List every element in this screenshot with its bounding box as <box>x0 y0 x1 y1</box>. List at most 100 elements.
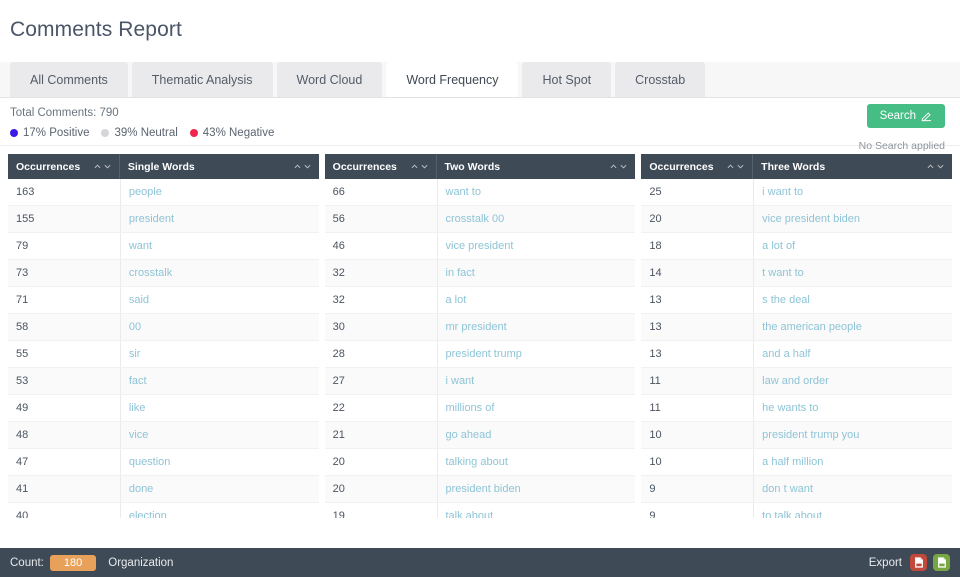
cell-word-link[interactable]: 00 <box>119 314 319 341</box>
sort-controls[interactable] <box>727 164 744 169</box>
cell-word-link[interactable]: a half million <box>753 449 952 476</box>
cell-word-link[interactable]: s the deal <box>753 287 952 314</box>
cell-word-link[interactable]: president trump <box>436 341 636 368</box>
cell-occurrences: 22 <box>332 402 345 415</box>
cell-word-link[interactable]: t want to <box>753 260 952 287</box>
table-row: 28 president trump <box>324 341 636 369</box>
cell-occurrences: 20 <box>332 483 345 496</box>
chevron-down-icon[interactable] <box>620 164 627 169</box>
cell-word-link[interactable]: want <box>119 233 319 260</box>
cell-occurrences: 11 <box>649 402 661 415</box>
cell-word-link[interactable]: president <box>119 206 319 233</box>
column-header-occurrences[interactable]: Occurrences <box>8 154 120 180</box>
column-header-words[interactable]: Two Words <box>437 154 636 179</box>
cell-word-link[interactable]: said <box>119 287 319 314</box>
column-header-words[interactable]: Single Words <box>120 154 319 179</box>
cell-occurrences: 13 <box>649 321 662 334</box>
tab-all-comments[interactable]: All Comments <box>10 62 128 97</box>
cell-word-link[interactable]: don t want <box>753 476 952 503</box>
table-row: 13 the american people <box>641 314 953 342</box>
cell-word-link[interactable]: vice president <box>436 233 636 260</box>
search-status-text: No Search applied <box>858 140 945 152</box>
cell-word-link[interactable]: election <box>119 503 319 518</box>
cell-word-link[interactable]: the american people <box>753 314 952 341</box>
export-excel-icon[interactable] <box>933 554 950 571</box>
column-header-occurrences[interactable]: Occurrences <box>641 154 754 180</box>
chevron-down-icon[interactable] <box>421 164 428 169</box>
sort-controls[interactable] <box>927 164 944 169</box>
cell-word-link[interactable]: a lot of <box>753 233 952 260</box>
column-header-label: Single Words <box>127 160 195 173</box>
legend-dot-icon <box>101 129 110 137</box>
legend-dot-icon <box>10 129 18 137</box>
tab-thematic-analysis[interactable]: Thematic Analysis <box>131 62 273 97</box>
word-frequency-tables: Occurrences Single Words 163 people 155 presi… <box>0 146 960 518</box>
chevron-up-icon[interactable] <box>94 164 101 169</box>
cell-word-link[interactable]: fact <box>119 368 319 395</box>
edit-pencil-icon <box>921 111 932 122</box>
cell-word-link[interactable]: crosstalk 00 <box>436 206 636 233</box>
tab-word-cloud[interactable]: Word Cloud <box>276 62 383 97</box>
table-row: 71 said <box>8 287 319 315</box>
cell-word-link[interactable]: people <box>119 179 319 206</box>
table-row: 9 don t want <box>641 476 953 504</box>
chevron-down-icon[interactable] <box>737 164 744 169</box>
comments-report-page: Comments Report All Comments Thematic Ana… <box>0 0 960 577</box>
cell-word-link[interactable]: like <box>119 395 319 422</box>
table-row: 46 vice president <box>324 233 636 261</box>
chevron-down-icon[interactable] <box>937 164 944 169</box>
chevron-down-icon[interactable] <box>304 164 311 169</box>
cell-word-link[interactable]: millions of <box>436 395 636 422</box>
cell-word-link[interactable]: question <box>119 449 319 476</box>
search-button[interactable]: Search <box>866 104 945 128</box>
cell-word-link[interactable]: president biden <box>436 476 636 503</box>
cell-occurrences: 46 <box>332 240 345 253</box>
cell-word-link[interactable]: i want to <box>753 179 952 206</box>
table-row: 13 s the deal <box>641 287 953 315</box>
tab-hot-spot[interactable]: Hot Spot <box>522 62 612 97</box>
export-pdf-icon[interactable] <box>910 554 927 571</box>
table-row: 47 question <box>8 449 319 477</box>
cell-word-link[interactable]: sir <box>119 341 319 368</box>
cell-word-link[interactable]: in fact <box>436 260 636 287</box>
cell-word-link[interactable]: to talk about <box>753 503 952 518</box>
cell-word-link[interactable]: talking about <box>436 449 636 476</box>
cell-word-link[interactable]: i want <box>436 368 636 395</box>
chevron-up-icon[interactable] <box>411 164 418 169</box>
cell-occurrences: 25 <box>649 186 662 199</box>
sort-controls[interactable] <box>294 164 311 169</box>
cell-word-link[interactable]: mr president <box>436 314 636 341</box>
chevron-down-icon[interactable] <box>104 164 111 169</box>
cell-occurrences: 27 <box>332 375 345 388</box>
cell-word-link[interactable]: want to <box>436 179 636 206</box>
tab-word-frequency[interactable]: Word Frequency <box>386 62 519 97</box>
cell-word-link[interactable]: go ahead <box>436 422 636 449</box>
cell-word-link[interactable]: talk about <box>436 503 636 518</box>
cell-word-link[interactable]: vice <box>119 422 319 449</box>
cell-word-link[interactable]: done <box>119 476 319 503</box>
sort-controls[interactable] <box>411 164 428 169</box>
cell-word-link[interactable]: a lot <box>436 287 636 314</box>
chevron-up-icon[interactable] <box>927 164 934 169</box>
column-header-words[interactable]: Three Words <box>753 154 952 179</box>
tab-crosstab[interactable]: Crosstab <box>615 62 706 97</box>
chevron-up-icon[interactable] <box>727 164 734 169</box>
table-body: 25 i want to 20 vice president biden 18 a lot… <box>641 179 953 518</box>
sort-controls[interactable] <box>94 164 111 169</box>
sort-controls[interactable] <box>610 164 627 169</box>
table-header-row: Occurrences Three Words <box>641 154 953 180</box>
cell-word-link[interactable]: law and order <box>753 368 952 395</box>
cell-word-link[interactable]: vice president biden <box>753 206 952 233</box>
table-body: 66 want to 56 crosstalk 00 46 vice president 3… <box>324 179 636 518</box>
cell-word-link[interactable]: he wants to <box>753 395 952 422</box>
table-row: 32 in fact <box>324 260 636 288</box>
cell-word-link[interactable]: crosstalk <box>119 260 319 287</box>
cell-word-link[interactable]: president trump you <box>753 422 952 449</box>
footer-bar: Count: 180 Organization Export <box>0 548 960 577</box>
count-label: Count: <box>10 556 44 569</box>
cell-word-link[interactable]: and a half <box>753 341 952 368</box>
chevron-up-icon[interactable] <box>294 164 301 169</box>
column-header-occurrences[interactable]: Occurrences <box>325 154 437 180</box>
chevron-up-icon[interactable] <box>610 164 617 169</box>
table-row: 20 vice president biden <box>641 206 953 234</box>
